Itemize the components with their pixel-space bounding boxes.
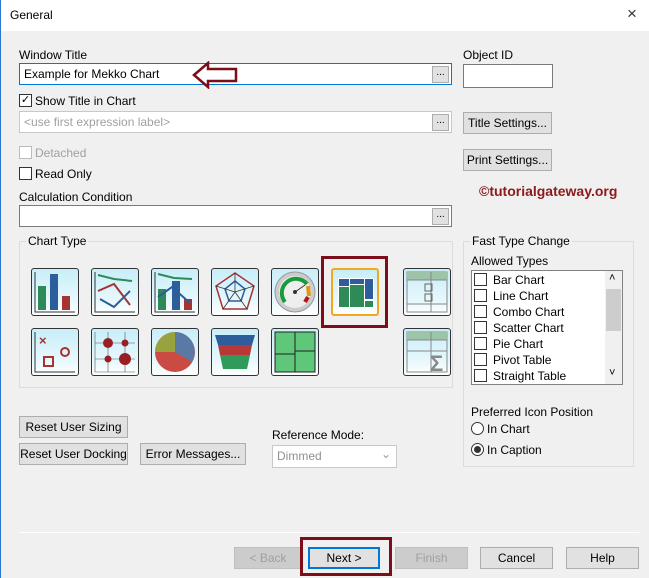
in-chart-label: In Chart (487, 422, 530, 436)
title-bar: General × (1, 0, 649, 31)
chevron-down-icon: ⌄ (381, 447, 392, 461)
allowed-types-label: Allowed Types (471, 254, 549, 268)
error-messages-button[interactable]: Error Messages... (140, 443, 246, 465)
reference-mode-value: Dimmed (277, 449, 322, 463)
print-settings-button[interactable]: Print Settings... (463, 149, 552, 171)
svg-text:×: × (39, 333, 47, 348)
show-title-label: Show Title in Chart (35, 94, 136, 108)
list-item-checkbox[interactable] (474, 321, 487, 334)
line-chart-icon[interactable] (91, 268, 139, 316)
list-item-checkbox[interactable] (474, 273, 487, 286)
reference-mode-label: Reference Mode: (272, 428, 365, 442)
calc-condition-label: Calculation Condition (19, 190, 133, 204)
block-chart-icon[interactable] (271, 328, 319, 376)
arrow-annotation-icon (192, 61, 238, 89)
grid-chart-icon[interactable] (91, 328, 139, 376)
list-item-label: Pivot Table (493, 353, 552, 367)
pie-chart-icon[interactable] (151, 328, 199, 376)
object-id-input[interactable] (463, 64, 553, 88)
chart-type-label: Chart Type (26, 234, 89, 248)
scrollbar-thumb[interactable] (606, 289, 621, 331)
reset-user-docking-button[interactable]: Reset User Docking (19, 443, 128, 465)
close-icon[interactable]: × (627, 4, 637, 24)
footer-divider (19, 532, 639, 533)
list-item-checkbox[interactable] (474, 289, 487, 302)
icon-position-label: Preferred Icon Position (471, 405, 594, 419)
list-item-label: Bar Chart (493, 273, 545, 287)
read-only-label: Read Only (35, 167, 92, 181)
detached-label: Detached (35, 146, 87, 160)
gauge-chart-icon[interactable] (271, 268, 319, 316)
scroll-down-icon[interactable]: ˅ (609, 367, 615, 379)
cancel-button[interactable]: Cancel (480, 547, 553, 569)
calc-condition-input[interactable]: ... (19, 205, 452, 227)
next-highlight-box (300, 537, 392, 576)
list-item-label: Line Chart (493, 289, 549, 303)
svg-text:Σ: Σ (430, 351, 443, 375)
reference-mode-select[interactable]: Dimmed ⌄ (272, 445, 397, 468)
allowed-types-list[interactable]: Bar Chart Line Chart Combo Chart Scatter… (471, 270, 623, 385)
read-only-checkbox[interactable] (19, 167, 32, 180)
scatter-chart-icon[interactable]: × (31, 328, 79, 376)
list-item-label: Pie Chart (493, 337, 544, 351)
list-item-checkbox[interactable] (474, 353, 487, 366)
straight-table-icon[interactable]: Σ (403, 328, 451, 376)
back-button[interactable]: < Back (234, 547, 302, 569)
list-item-label: Combo Chart (493, 305, 565, 319)
list-item-label: Scatter Chart (493, 321, 564, 335)
radar-chart-icon[interactable] (211, 268, 259, 316)
watermark: ©tutorialgateway.org (479, 183, 618, 199)
pivot-table-icon[interactable] (403, 268, 451, 316)
combo-chart-icon[interactable] (151, 268, 199, 316)
window-title-expression-button[interactable]: ... (432, 66, 449, 83)
in-chart-radio[interactable] (471, 422, 484, 435)
object-id-label: Object ID (463, 48, 514, 62)
funnel-chart-icon[interactable] (211, 328, 259, 376)
list-item-label: Straight Table (493, 369, 567, 383)
title-expression-placeholder: <use first expression label> (24, 115, 171, 129)
title-expression-button[interactable]: ... (432, 114, 449, 131)
bar-chart-icon[interactable] (31, 268, 79, 316)
fast-type-change-label: Fast Type Change (470, 234, 572, 248)
show-title-checkbox[interactable]: ✓ (19, 94, 32, 107)
window-title-value: Example for Mekko Chart (24, 67, 160, 81)
help-button[interactable]: Help (566, 547, 639, 569)
scroll-up-icon[interactable]: ˄ (609, 272, 615, 284)
title-settings-button[interactable]: Title Settings... (463, 112, 552, 134)
list-item-checkbox[interactable] (474, 305, 487, 318)
window-title-label: Window Title (19, 48, 88, 62)
dialog-title: General (10, 8, 53, 22)
list-scrollbar[interactable]: ˄ ˅ (605, 271, 622, 384)
in-caption-radio[interactable] (471, 443, 484, 456)
list-item-checkbox[interactable] (474, 369, 487, 382)
finish-button[interactable]: Finish (395, 547, 468, 569)
reset-user-sizing-button[interactable]: Reset User Sizing (19, 416, 128, 438)
mekko-highlight-box (321, 256, 388, 328)
in-caption-label: In Caption (487, 443, 542, 457)
detached-checkbox[interactable] (19, 146, 32, 159)
calc-condition-button[interactable]: ... (432, 208, 449, 225)
list-item-checkbox[interactable] (474, 337, 487, 350)
title-expression-input[interactable]: <use first expression label> ... (19, 111, 452, 133)
